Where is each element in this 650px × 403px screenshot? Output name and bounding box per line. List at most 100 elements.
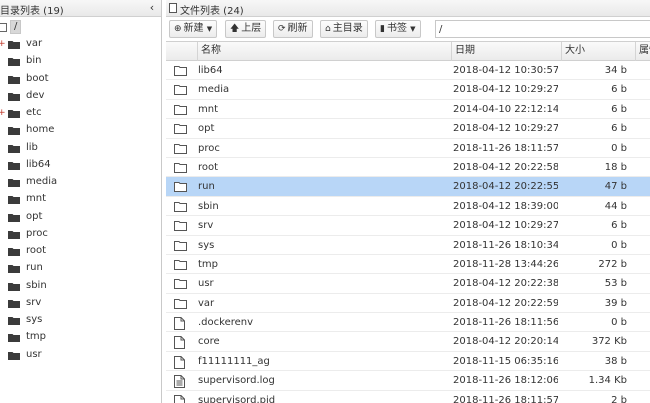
- file-row-f11111111-ag[interactable]: f11111111_ag 2018-11-15 06:35:16 38 b: [166, 352, 650, 372]
- file-size: 47 b: [604, 181, 627, 193]
- tree-item-label: var: [26, 38, 43, 49]
- folder-outline-icon: [174, 236, 190, 255]
- file-row-dockerenv[interactable]: .dockerenv 2018-11-26 18:11:56 0 b: [166, 313, 650, 333]
- file-size: 1.34 Kb: [588, 375, 627, 387]
- tree-item-dev[interactable]: dev: [0, 88, 161, 105]
- tree-item-label: opt: [26, 210, 43, 222]
- file-row-proc[interactable]: proc 2018-11-26 18:11:57 0 b: [166, 139, 650, 158]
- tree-item-sbin[interactable]: sbin: [0, 278, 161, 295]
- file-name[interactable]: root: [198, 158, 448, 177]
- tree-item-label: proc: [26, 227, 48, 239]
- file-name[interactable]: srv: [198, 216, 448, 235]
- folder-icon: [8, 179, 20, 187]
- file-name[interactable]: mnt: [198, 100, 448, 119]
- column-header-date[interactable]: 日期: [452, 42, 562, 61]
- tree-item-root[interactable]: root: [0, 243, 161, 260]
- tree-item-lib[interactable]: lib: [0, 140, 161, 157]
- tree-item-sys[interactable]: sys: [0, 312, 161, 329]
- file-name[interactable]: var: [198, 294, 448, 313]
- file-row-supervisord-log[interactable]: supervisord.log 2018-11-26 18:12:06 1.34 K…: [166, 371, 650, 391]
- toolbar: ⊕ 新建 ▼ 🡅 上层 ⟳ 刷新 ⌂ 主目录 ▮ 书签 ▼: [166, 19, 650, 39]
- home-button[interactable]: ⌂ 主目录: [320, 20, 368, 38]
- file-name[interactable]: media: [198, 80, 448, 99]
- file-list-header: 文件列表 (24): [166, 0, 650, 17]
- tree-item-label: srv: [26, 296, 42, 308]
- file-name[interactable]: supervisord.log: [198, 371, 448, 390]
- tree-item-etc[interactable]: + etc: [0, 105, 161, 122]
- tree-item-tmp[interactable]: tmp: [0, 329, 161, 346]
- bookmark-button[interactable]: ▮ 书签 ▼: [375, 20, 421, 38]
- file-row-media[interactable]: media 2018-04-12 10:29:27 6 b: [166, 80, 650, 100]
- tree-item-label: sbin: [26, 279, 47, 291]
- file-size: 272 b: [598, 258, 627, 270]
- file-row-srv[interactable]: srv 2018-04-12 10:29:27 6 b: [166, 216, 650, 236]
- new-button[interactable]: ⊕ 新建 ▼: [169, 20, 218, 38]
- tree-item-opt[interactable]: opt: [0, 209, 161, 226]
- path-input[interactable]: [435, 20, 650, 38]
- folder-outline-icon: [174, 158, 190, 177]
- file-date: 2018-11-26 18:12:06: [453, 375, 558, 387]
- file-name[interactable]: .dockerenv: [198, 313, 448, 332]
- tree-item-mnt[interactable]: mnt: [0, 191, 161, 208]
- file-size: 44 b: [604, 200, 627, 212]
- column-header-size[interactable]: 大小: [562, 42, 636, 61]
- tree-item-proc[interactable]: proc: [0, 226, 161, 243]
- tree-item-home[interactable]: home: [0, 122, 161, 139]
- tree-root-label[interactable]: /: [10, 20, 22, 34]
- folder-icon: [8, 248, 20, 256]
- file-row-root[interactable]: root 2018-04-12 20:22:58 18 b: [166, 158, 650, 178]
- tree-item-label: usr: [26, 348, 42, 360]
- file-name[interactable]: run: [198, 177, 448, 196]
- caret-down-icon: ▼: [410, 25, 416, 33]
- file-name[interactable]: supervisord.pid: [198, 391, 448, 403]
- file-row-tmp[interactable]: tmp 2018-11-28 13:44:26 272 b: [166, 255, 650, 275]
- tree-item-srv[interactable]: srv: [0, 295, 161, 312]
- tree-item-boot[interactable]: boot: [0, 71, 161, 88]
- tree-item-label: boot: [26, 72, 49, 84]
- directory-tree: / + var bin boot dev + etc home lib lib64 media mnt…: [0, 19, 161, 364]
- file-row-supervisord-pid[interactable]: supervisord.pid 2018-11-26 18:11:57 2 b: [166, 391, 650, 403]
- tree-item-media[interactable]: media: [0, 174, 161, 191]
- file-icon: [169, 3, 177, 13]
- bookmark-icon: ▮: [380, 24, 385, 34]
- collapse-panel-button[interactable]: ‹: [146, 0, 158, 16]
- file-size: 6 b: [611, 103, 627, 115]
- file-name[interactable]: sys: [198, 236, 448, 255]
- tree-root-expander[interactable]: [0, 23, 7, 32]
- file-row-var[interactable]: var 2018-04-12 20:22:59 39 b: [166, 294, 650, 314]
- tree-root-node[interactable]: /: [0, 19, 161, 36]
- column-header-name[interactable]: 名称: [198, 42, 452, 61]
- file-name[interactable]: sbin: [198, 197, 448, 216]
- folder-icon: [8, 75, 20, 84]
- file-row-lib64[interactable]: lib64 2018-04-12 10:30:57 34 b: [166, 61, 650, 81]
- file-name[interactable]: lib64: [198, 61, 448, 80]
- expand-plus-icon[interactable]: +: [0, 39, 6, 49]
- expand-plus-icon[interactable]: +: [0, 108, 6, 118]
- file-row-core[interactable]: core 2018-04-12 20:20:14 372 Kb: [166, 332, 650, 352]
- file-name[interactable]: f11111111_ag: [198, 352, 448, 371]
- folder-outline-icon: [174, 100, 190, 119]
- up-level-button[interactable]: 🡅 上层: [225, 20, 267, 38]
- tree-item-var[interactable]: + var: [0, 36, 161, 53]
- file-name[interactable]: usr: [198, 274, 448, 293]
- file-row-run[interactable]: run 2018-04-12 20:22:55 47 b: [166, 177, 650, 197]
- file-name[interactable]: core: [198, 332, 448, 351]
- tree-item-usr[interactable]: usr: [0, 347, 161, 364]
- file-name[interactable]: proc: [198, 139, 448, 158]
- file-name[interactable]: tmp: [198, 255, 448, 274]
- file-row-opt[interactable]: opt 2018-04-12 10:29:27 6 b: [166, 119, 650, 139]
- tree-item-bin[interactable]: bin: [0, 53, 161, 70]
- file-name[interactable]: opt: [198, 119, 448, 138]
- file-row-sbin[interactable]: sbin 2018-04-12 18:39:00 44 b: [166, 197, 650, 217]
- tree-item-lib64[interactable]: lib64: [0, 157, 161, 174]
- file-date: 2018-04-12 10:29:27: [453, 123, 558, 135]
- column-header-permissions[interactable]: 属性: [636, 42, 650, 61]
- file-row-sys[interactable]: sys 2018-11-26 18:10:34 0 b: [166, 236, 650, 255]
- file-date: 2018-11-26 18:11:57: [453, 142, 558, 154]
- file-size: 38 b: [604, 355, 627, 367]
- tree-item-run[interactable]: run: [0, 260, 161, 277]
- file-row-mnt[interactable]: mnt 2014-04-10 22:12:14 6 b: [166, 100, 650, 120]
- file-row-usr[interactable]: usr 2018-04-12 20:22:38 53 b: [166, 274, 650, 294]
- tree-item-label: root: [26, 245, 47, 256]
- refresh-button[interactable]: ⟳ 刷新: [273, 20, 313, 38]
